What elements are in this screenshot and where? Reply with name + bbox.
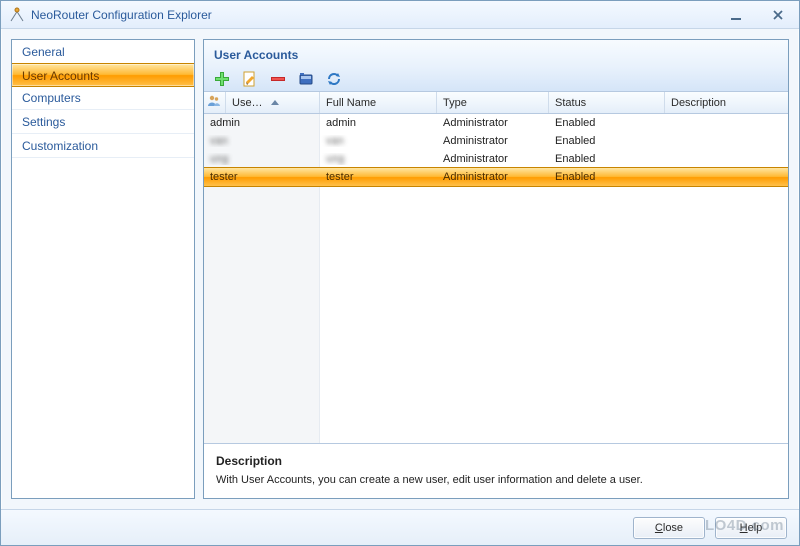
properties-button[interactable] [296, 69, 316, 89]
col-label: Type [443, 97, 467, 109]
cell-user: tester [204, 171, 320, 183]
sidebar: General User Accounts Computers Settings… [11, 39, 195, 499]
cell-type: Administrator [437, 171, 549, 183]
sidebar-item-general[interactable]: General [12, 40, 194, 64]
col-fullname[interactable]: Full Name [320, 92, 437, 113]
col-label: Status [555, 97, 586, 109]
grid-body[interactable]: admin admin Administrator Enabled van va… [204, 114, 788, 443]
cell-user: ung [204, 153, 320, 165]
sidebar-item-label: Customization [22, 139, 98, 153]
footer: Close Help [1, 509, 799, 545]
panel-title: User Accounts [204, 40, 788, 66]
close-button[interactable] [765, 6, 791, 24]
main-panel: User Accounts [203, 39, 789, 499]
table-row[interactable]: ung ung Administrator Enabled [204, 150, 788, 168]
col-label: Full Name [326, 97, 376, 109]
sidebar-item-customization[interactable]: Customization [12, 134, 194, 158]
col-type[interactable]: Type [437, 92, 549, 113]
refresh-button[interactable] [324, 69, 344, 89]
cell-type: Administrator [437, 153, 549, 165]
cell-status: Enabled [549, 153, 665, 165]
grid-header: Use… Full Name Type Status Description [204, 92, 788, 114]
cell-status: Enabled [549, 117, 665, 129]
description-text: With User Accounts, you can create a new… [216, 474, 776, 486]
app-icon [9, 7, 25, 23]
cell-type: Administrator [437, 135, 549, 147]
cell-fullname: tester [320, 171, 437, 183]
close-button[interactable]: Close [633, 517, 705, 539]
cell-user: van [204, 135, 320, 147]
close-label-tail: lose [663, 522, 683, 534]
window-title: NeoRouter Configuration Explorer [31, 8, 212, 22]
toolbar [204, 66, 788, 92]
add-user-button[interactable] [212, 69, 232, 89]
users-icon [207, 94, 221, 111]
remove-user-button[interactable] [268, 69, 288, 89]
sidebar-item-computers[interactable]: Computers [12, 86, 194, 110]
app-window: NeoRouter Configuration Explorer General… [0, 0, 800, 546]
sidebar-item-user-accounts[interactable]: User Accounts [11, 63, 195, 87]
sort-asc-icon [271, 100, 279, 105]
sidebar-item-settings[interactable]: Settings [12, 110, 194, 134]
description-panel: Description With User Accounts, you can … [204, 443, 788, 498]
minimize-button[interactable] [723, 6, 749, 24]
body: General User Accounts Computers Settings… [1, 29, 799, 509]
cell-fullname: ung [320, 153, 437, 165]
cell-fullname: van [320, 135, 437, 147]
col-status[interactable]: Status [549, 92, 665, 113]
cell-user: admin [204, 117, 320, 129]
table-row[interactable]: tester tester Administrator Enabled [204, 168, 788, 186]
titlebar: NeoRouter Configuration Explorer [1, 1, 799, 29]
help-button[interactable]: Help [715, 517, 787, 539]
help-label-tail: elp [748, 522, 763, 534]
col-description[interactable]: Description [665, 92, 788, 113]
col-icon[interactable] [204, 92, 226, 113]
description-title: Description [216, 454, 776, 468]
cell-status: Enabled [549, 135, 665, 147]
sidebar-item-label: User Accounts [22, 69, 99, 83]
cell-status: Enabled [549, 171, 665, 183]
edit-user-button[interactable] [240, 69, 260, 89]
col-label: Use… [232, 97, 263, 109]
sidebar-item-label: Computers [22, 91, 81, 105]
cell-fullname: admin [320, 117, 437, 129]
table-row[interactable]: admin admin Administrator Enabled [204, 114, 788, 132]
table-row[interactable]: van van Administrator Enabled [204, 132, 788, 150]
grid: Use… Full Name Type Status Description a… [204, 92, 788, 443]
sidebar-item-label: General [22, 45, 65, 59]
rows: admin admin Administrator Enabled van va… [204, 114, 788, 186]
sidebar-item-label: Settings [22, 115, 65, 129]
window-controls [723, 6, 791, 24]
cell-type: Administrator [437, 117, 549, 129]
col-username[interactable]: Use… [226, 92, 320, 113]
col-label: Description [671, 97, 726, 109]
